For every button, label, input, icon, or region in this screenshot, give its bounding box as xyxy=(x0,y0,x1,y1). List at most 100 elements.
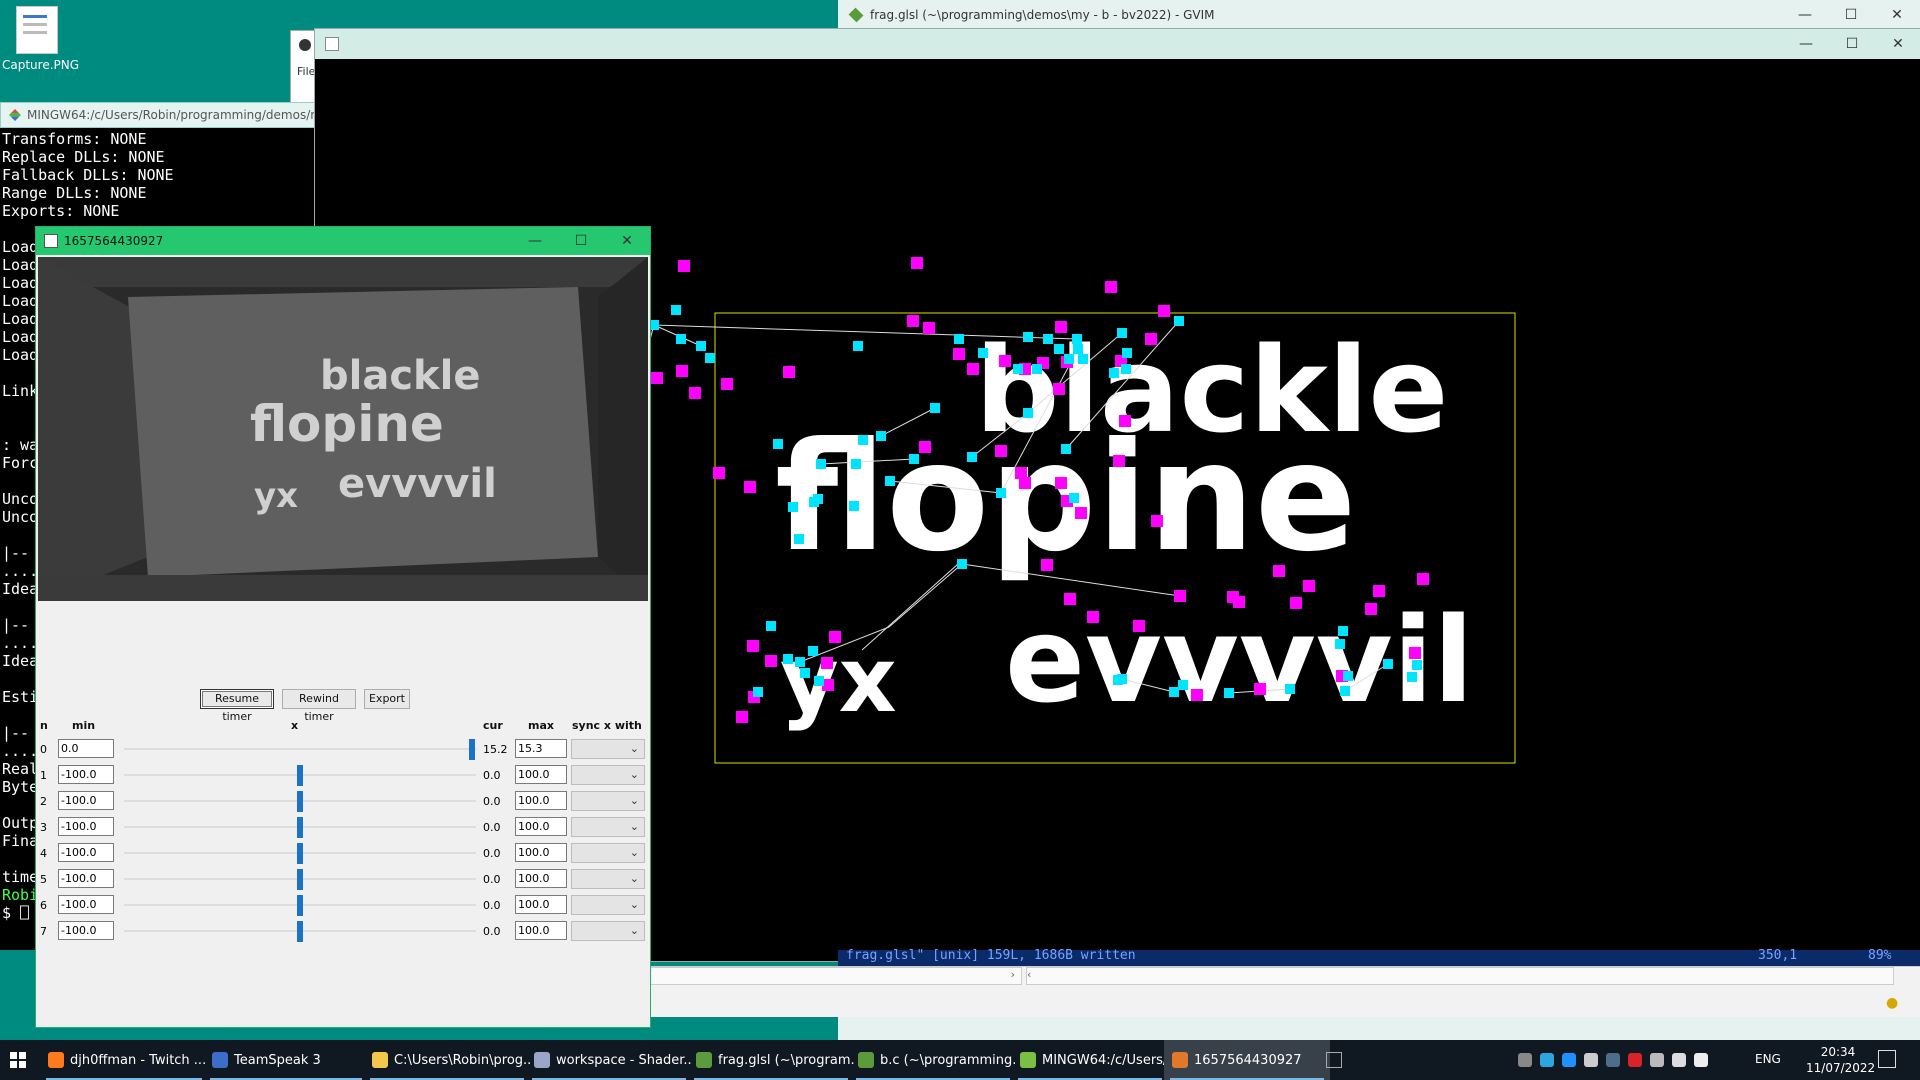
minimize-button[interactable]: — xyxy=(1783,36,1829,52)
param-slider-thumb[interactable] xyxy=(297,765,303,786)
param-min-input[interactable]: -100.0 xyxy=(58,895,114,914)
maximize-button[interactable]: ☐ xyxy=(558,233,604,249)
param-max-input[interactable]: 15.3 xyxy=(515,739,567,758)
control-point-handle[interactable] xyxy=(1113,455,1125,467)
param-slider-thumb[interactable] xyxy=(297,791,303,812)
control-point-handle[interactable] xyxy=(1409,647,1421,659)
language-indicator[interactable]: ENG xyxy=(1755,1052,1781,1066)
param-slider-thumb[interactable] xyxy=(297,921,303,942)
control-point-handle[interactable] xyxy=(923,322,935,334)
control-point-handle[interactable] xyxy=(736,711,748,723)
control-point-handle[interactable] xyxy=(1041,559,1053,571)
param-min-input[interactable]: 0.0 xyxy=(58,739,114,758)
control-point-handle[interactable] xyxy=(1055,477,1067,489)
control-point-handle[interactable] xyxy=(689,387,701,399)
param-max-input[interactable]: 100.0 xyxy=(515,765,567,784)
taskbar-item[interactable]: TeamSpeak 3 xyxy=(204,1040,368,1080)
taskbar-item[interactable]: 1657564430927 xyxy=(1164,1040,1330,1080)
tangent-handle[interactable] xyxy=(851,459,861,469)
param-slider-thumb[interactable] xyxy=(297,895,303,916)
file-menu[interactable]: File xyxy=(297,65,315,78)
control-point-handle[interactable] xyxy=(1055,321,1067,333)
tangent-handle[interactable] xyxy=(814,676,824,686)
minimize-button[interactable]: — xyxy=(1782,7,1828,23)
tangent-handle[interactable] xyxy=(1054,344,1064,354)
control-point-handle[interactable] xyxy=(911,257,923,269)
tangent-handle[interactable] xyxy=(1072,334,1082,344)
sync-select[interactable]: ⌄ xyxy=(571,895,645,915)
tangent-handle[interactable] xyxy=(853,341,863,351)
usb-icon[interactable] xyxy=(1650,1053,1664,1067)
tangent-handle[interactable] xyxy=(1064,354,1074,364)
sync-select[interactable]: ⌄ xyxy=(571,791,645,811)
param-min-input[interactable]: -100.0 xyxy=(58,869,114,888)
notification-icon[interactable] xyxy=(1878,1050,1896,1068)
control-point-handle[interactable] xyxy=(1254,683,1266,695)
control-point-handle[interactable] xyxy=(1105,281,1117,293)
tangent-handle[interactable] xyxy=(1338,626,1348,636)
control-point-handle[interactable] xyxy=(1133,620,1145,632)
control-point-handle[interactable] xyxy=(676,365,688,377)
control-point-handle[interactable] xyxy=(967,363,979,375)
tangent-handle[interactable] xyxy=(753,687,763,697)
control-point-handle[interactable] xyxy=(995,445,1007,457)
close-button[interactable]: ✕ xyxy=(604,233,650,249)
volume-icon[interactable] xyxy=(1694,1053,1708,1067)
control-point-handle[interactable] xyxy=(1227,591,1239,603)
control-point-handle[interactable] xyxy=(1119,415,1131,427)
tangent-handle[interactable] xyxy=(766,621,776,631)
tangent-handle[interactable] xyxy=(1078,354,1088,364)
tangent-handle[interactable] xyxy=(849,501,859,511)
tangent-handle[interactable] xyxy=(808,646,818,656)
param-slider-track[interactable] xyxy=(124,748,476,750)
param-min-input[interactable]: -100.0 xyxy=(58,817,114,836)
control-point-handle[interactable] xyxy=(765,655,777,667)
control-window[interactable]: 1657564430927 — ☐ ✕ blackle flopine yx e… xyxy=(35,226,651,1028)
tangent-handle[interactable] xyxy=(1023,332,1033,342)
control-point-handle[interactable] xyxy=(721,378,733,390)
clock[interactable]: 20:34 11/07/2022 xyxy=(1806,1044,1875,1076)
tangent-handle[interactable] xyxy=(795,657,805,667)
control-point-handle[interactable] xyxy=(744,481,756,493)
tangent-handle[interactable] xyxy=(1061,444,1071,454)
maximize-button[interactable]: ☐ xyxy=(1828,7,1874,23)
export-button[interactable]: Export xyxy=(364,689,410,709)
control-point-handle[interactable] xyxy=(999,355,1011,367)
tangent-handle[interactable] xyxy=(1169,687,1179,697)
param-min-input[interactable]: -100.0 xyxy=(58,765,114,784)
tangent-handle[interactable] xyxy=(1340,686,1350,696)
close-button[interactable]: ✕ xyxy=(1874,7,1920,23)
control-point-handle[interactable] xyxy=(953,348,965,360)
close-button[interactable]: ✕ xyxy=(1875,36,1920,52)
control-point-handle[interactable] xyxy=(1191,689,1203,701)
param-min-input[interactable]: -100.0 xyxy=(58,791,114,810)
taskbar-item[interactable]: b.c (~\programming... xyxy=(850,1040,1016,1080)
network-icon[interactable] xyxy=(1562,1053,1576,1067)
param-max-input[interactable]: 100.0 xyxy=(515,791,567,810)
taskbar-item[interactable]: frag.glsl (~\program... xyxy=(688,1040,854,1080)
tangent-handle[interactable] xyxy=(909,454,919,464)
param-slider-thumb[interactable] xyxy=(297,817,303,838)
taskbar-item[interactable]: C:\Users\Robin\prog... xyxy=(364,1040,530,1080)
control-point-handle[interactable] xyxy=(1174,590,1186,602)
tangent-handle[interactable] xyxy=(705,353,715,363)
taskbar-item[interactable]: workspace - Shader... xyxy=(526,1040,692,1080)
control-point-handle[interactable] xyxy=(829,631,841,643)
control-point-handle[interactable] xyxy=(1075,507,1087,519)
tangent-handle[interactable] xyxy=(1122,348,1132,358)
tangent-handle[interactable] xyxy=(816,459,826,469)
steam-icon[interactable] xyxy=(1606,1053,1620,1067)
control-point-handle[interactable] xyxy=(678,260,690,272)
control-point-handle[interactable] xyxy=(747,640,759,652)
maximize-button[interactable]: ☐ xyxy=(1829,36,1875,52)
param-max-input[interactable]: 100.0 xyxy=(515,869,567,888)
horizontal-scrollbar[interactable]: › xyxy=(646,967,1022,985)
control-point-handle[interactable] xyxy=(651,372,663,384)
wifi-icon[interactable] xyxy=(1672,1053,1686,1067)
tangent-handle[interactable] xyxy=(696,341,706,351)
sync-select[interactable]: ⌄ xyxy=(571,739,645,759)
control-point-handle[interactable] xyxy=(907,315,919,327)
start-button[interactable] xyxy=(0,1040,36,1080)
control-point-handle[interactable] xyxy=(1151,515,1163,527)
sync-select[interactable]: ⌄ xyxy=(571,817,645,837)
